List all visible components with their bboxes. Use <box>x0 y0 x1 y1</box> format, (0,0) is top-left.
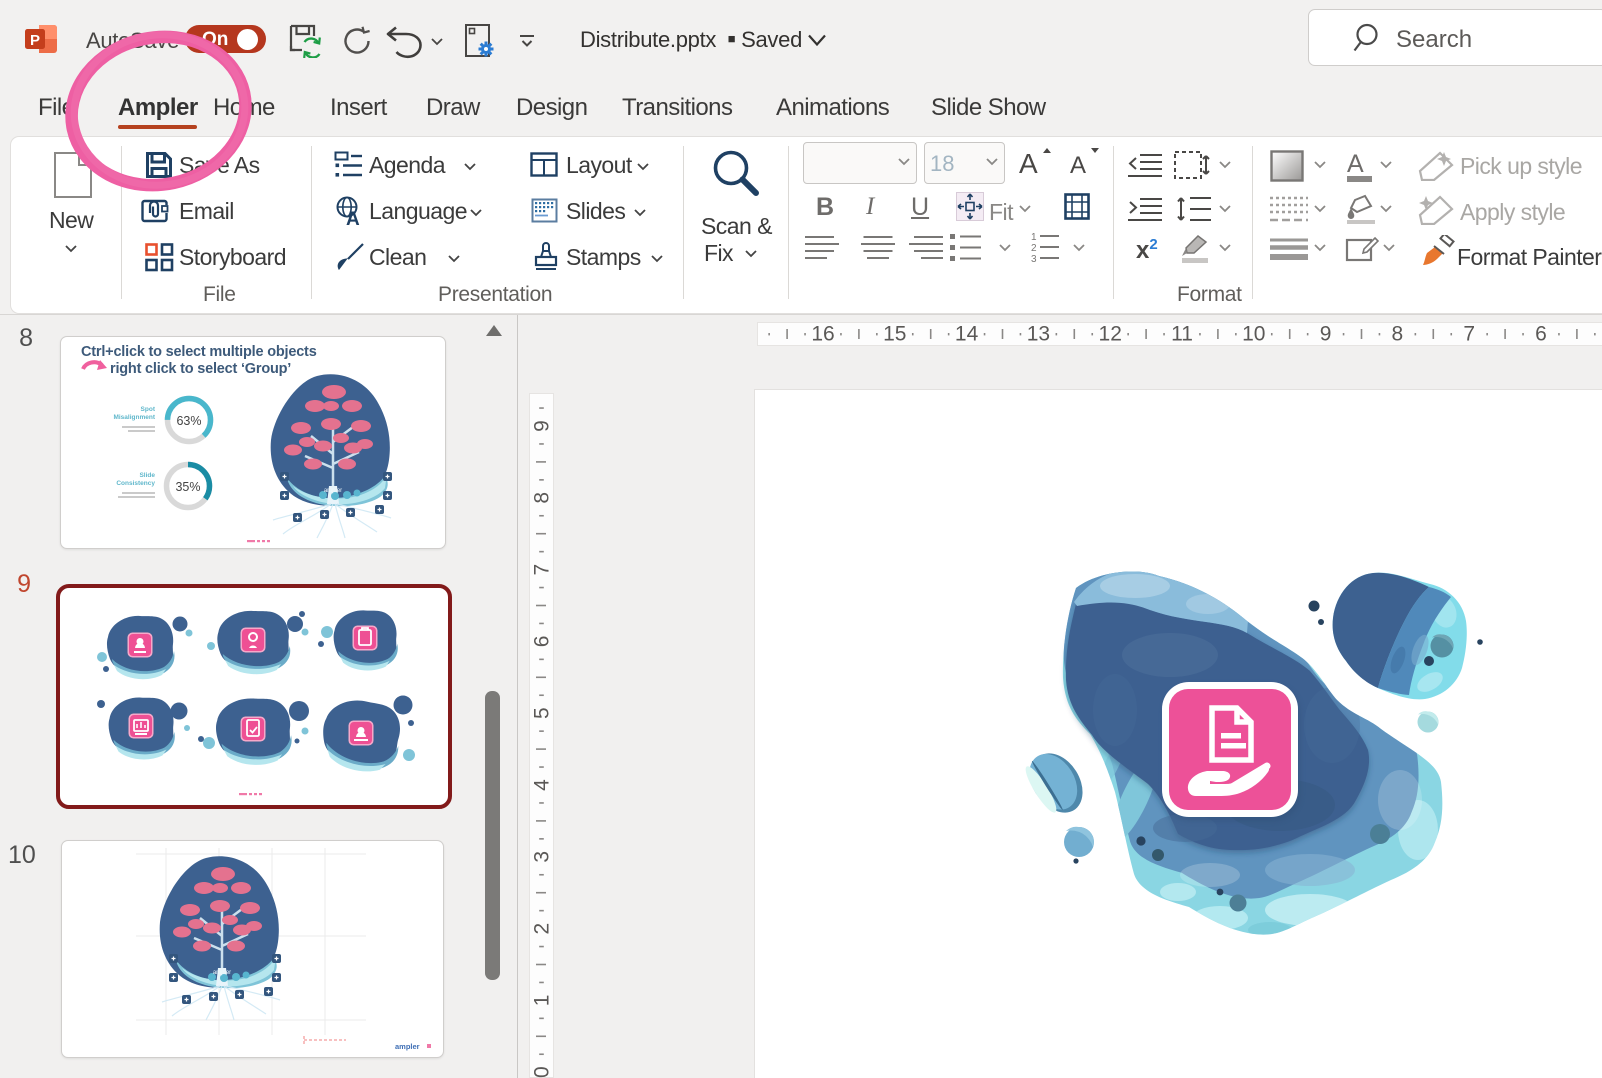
svg-text:5: 5 <box>531 707 554 719</box>
svg-text:10: 10 <box>1242 323 1265 346</box>
svg-text:11: 11 <box>1171 323 1193 346</box>
svg-text:14: 14 <box>955 323 979 346</box>
svg-text:9: 9 <box>531 420 554 432</box>
svg-text:Consistency: Consistency <box>116 480 155 487</box>
svg-text:A: A <box>346 209 360 226</box>
svg-text:6: 6 <box>531 636 554 648</box>
svg-text:3: 3 <box>531 851 554 863</box>
svg-text:6: 6 <box>1535 323 1547 346</box>
svg-text:Slide: Slide <box>139 472 155 479</box>
svg-text:4: 4 <box>531 779 554 791</box>
svg-text:ampler: ampler <box>324 488 342 494</box>
svg-text:3: 3 <box>1031 254 1037 262</box>
svg-text:9: 9 <box>1320 323 1332 346</box>
svg-text:12: 12 <box>1099 323 1122 346</box>
svg-text:2: 2 <box>531 923 554 935</box>
svg-text:16: 16 <box>811 323 834 346</box>
svg-text:15: 15 <box>883 323 906 346</box>
svg-text:7: 7 <box>531 564 554 576</box>
svg-text:1: 1 <box>1031 232 1037 243</box>
svg-text:P: P <box>30 32 40 49</box>
svg-text:0: 0 <box>531 1066 554 1078</box>
svg-text:ampler: ampler <box>395 1042 420 1051</box>
svg-text:2: 2 <box>1031 243 1037 254</box>
svg-text:63%: 63% <box>176 414 201 428</box>
svg-text:Misalignment: Misalignment <box>113 414 155 421</box>
svg-text:right click to select ‘Group’: right click to select ‘Group’ <box>110 361 291 377</box>
svg-text:7: 7 <box>1463 323 1475 346</box>
svg-text:Spot: Spot <box>141 406 156 413</box>
svg-text:Ctrl+click to select multiple: Ctrl+click to select multiple objects <box>81 344 317 360</box>
svg-text:13: 13 <box>1027 323 1050 346</box>
svg-text:8: 8 <box>531 492 554 504</box>
svg-text:35%: 35% <box>175 480 200 494</box>
svg-text:8: 8 <box>1392 323 1404 346</box>
svg-text:1: 1 <box>531 995 554 1007</box>
